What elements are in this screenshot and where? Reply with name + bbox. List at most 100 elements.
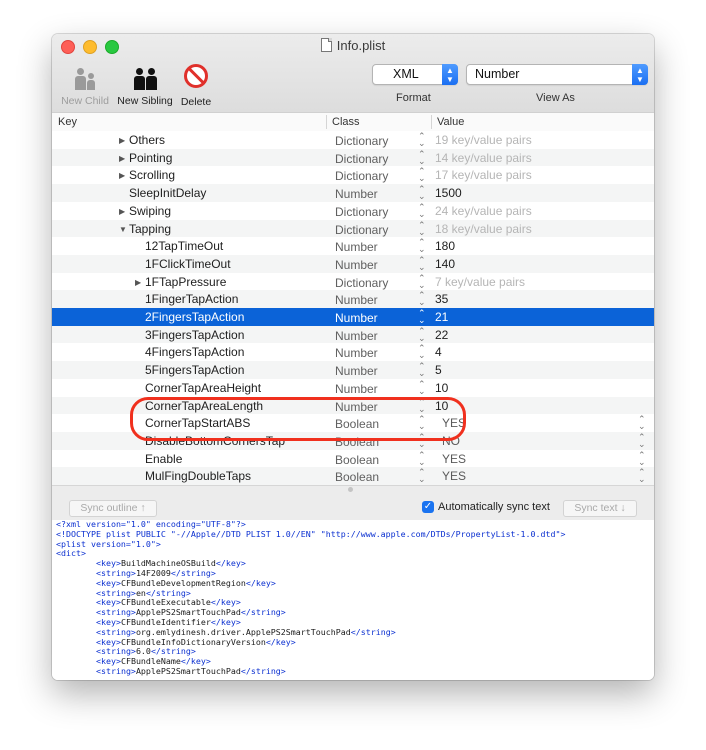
row-key[interactable]: ▼ Tapping [119, 222, 171, 236]
row-class[interactable]: Dictionary [335, 276, 388, 290]
row-class[interactable]: Dictionary [335, 223, 388, 237]
row-key[interactable]: 2FingersTapAction [145, 310, 244, 324]
disclosure-collapsed-icon[interactable]: ▶ [119, 154, 129, 163]
outline-row[interactable]: Enable Boolean ⌃ ⌄ YES ⌃ ⌄ [52, 450, 654, 468]
class-stepper-icon[interactable]: ⌃ ⌄ [418, 450, 426, 466]
outline-row[interactable]: 2FingersTapAction Number ⌃ ⌄ 21 [52, 308, 654, 326]
class-stepper-icon[interactable]: ⌃ ⌄ [418, 132, 426, 148]
outline-row[interactable]: 5FingersTapAction Number ⌃ ⌄ 5 [52, 361, 654, 379]
row-key[interactable]: 1FingerTapAction [145, 292, 238, 306]
row-key[interactable]: ▶ 1FTapPressure [135, 275, 226, 289]
row-key[interactable]: CornerTapStartABS [145, 416, 250, 430]
outline-row[interactable]: 1FingerTapAction Number ⌃ ⌄ 35 [52, 290, 654, 308]
row-class[interactable]: Boolean [335, 417, 379, 431]
class-stepper-icon[interactable]: ⌃ ⌄ [418, 202, 426, 218]
value-stepper-icon[interactable]: ⌃ ⌄ [638, 468, 646, 484]
value-column-header[interactable]: Value [437, 116, 464, 128]
row-key[interactable]: ▶ Swiping [119, 204, 171, 218]
row-value[interactable]: YES [442, 452, 466, 466]
row-value[interactable]: 18 key/value pairs [435, 222, 532, 236]
disclosure-collapsed-icon[interactable]: ▶ [119, 136, 129, 145]
outline-row[interactable]: CornerTapStartABS Boolean ⌃ ⌄ YES ⌃ ⌄ [52, 414, 654, 432]
outline-row[interactable]: MulFingDoubleTaps Boolean ⌃ ⌄ YES ⌃ ⌄ [52, 467, 654, 485]
row-value[interactable]: 19 key/value pairs [435, 133, 532, 147]
class-stepper-icon[interactable]: ⌃ ⌄ [418, 397, 426, 413]
class-stepper-icon[interactable]: ⌃ ⌄ [418, 255, 426, 271]
class-stepper-icon[interactable]: ⌃ ⌄ [418, 362, 426, 378]
class-stepper-icon[interactable]: ⌃ ⌄ [418, 273, 426, 289]
row-class[interactable]: Number [335, 400, 378, 414]
outline-row[interactable]: 12TapTimeOut Number ⌃ ⌄ 180 [52, 237, 654, 255]
class-stepper-icon[interactable]: ⌃ ⌄ [418, 149, 426, 165]
row-value[interactable]: 4 [435, 345, 442, 359]
row-value[interactable]: NO [442, 434, 460, 448]
row-key[interactable]: MulFingDoubleTaps [145, 469, 251, 483]
row-key[interactable]: Enable [145, 452, 182, 466]
row-key[interactable]: 12TapTimeOut [145, 239, 223, 253]
row-class[interactable]: Number [335, 187, 378, 201]
value-stepper-icon[interactable]: ⌃ ⌄ [638, 450, 646, 466]
row-value[interactable]: 5 [435, 363, 442, 377]
row-class[interactable]: Dictionary [335, 169, 388, 183]
row-class[interactable]: Number [335, 364, 378, 378]
disclosure-collapsed-icon[interactable]: ▶ [119, 171, 129, 180]
new-sibling-button[interactable]: New Sibling [115, 60, 175, 107]
row-class[interactable]: Number [335, 382, 378, 396]
row-value[interactable]: 180 [435, 239, 455, 253]
row-key[interactable]: SleepInitDelay [129, 186, 206, 200]
key-column-header[interactable]: Key [58, 116, 77, 128]
row-class[interactable]: Boolean [335, 435, 379, 449]
class-stepper-icon[interactable]: ⌃ ⌄ [418, 167, 426, 183]
class-stepper-icon[interactable]: ⌃ ⌄ [418, 415, 426, 431]
outline-row[interactable]: ▼ Tapping Dictionary ⌃ ⌄ 18 key/value pairs [52, 219, 654, 238]
row-class[interactable]: Dictionary [335, 205, 388, 219]
row-value[interactable]: 24 key/value pairs [435, 204, 532, 218]
class-stepper-icon[interactable]: ⌃ ⌄ [418, 220, 426, 236]
sync-outline-button[interactable]: Sync outline ↑ [69, 500, 157, 517]
row-class[interactable]: Dictionary [335, 152, 388, 166]
outline-row[interactable]: DisableBottomCornersTap Boolean ⌃ ⌄ NO ⌃ ⌄ [52, 431, 654, 450]
row-key[interactable]: DisableBottomCornersTap [145, 434, 285, 448]
class-stepper-icon[interactable]: ⌃ ⌄ [418, 344, 426, 360]
outline-row[interactable]: ▶ Pointing Dictionary ⌃ ⌄ 14 key/value pairs [52, 148, 654, 167]
disclosure-expanded-icon[interactable]: ▼ [119, 225, 129, 234]
row-class[interactable]: Dictionary [335, 134, 388, 148]
sync-text-button[interactable]: Sync text ↓ [563, 500, 637, 517]
class-stepper-icon[interactable]: ⌃ ⌄ [418, 468, 426, 484]
outline-row[interactable]: 1FClickTimeOut Number ⌃ ⌄ 140 [52, 254, 654, 273]
row-class[interactable]: Boolean [335, 470, 379, 484]
row-value[interactable]: 10 [435, 399, 448, 413]
row-value[interactable]: YES [442, 469, 466, 483]
outline-row[interactable]: CornerTapAreaLength Number ⌃ ⌄ 10 [52, 396, 654, 415]
row-key[interactable]: 5FingersTapAction [145, 363, 244, 377]
outline-row[interactable]: 4FingersTapAction Number ⌃ ⌄ 4 [52, 343, 654, 361]
row-value[interactable]: 1500 [435, 186, 462, 200]
value-stepper-icon[interactable]: ⌃ ⌄ [638, 432, 646, 448]
class-stepper-icon[interactable]: ⌃ ⌄ [418, 238, 426, 254]
row-key[interactable]: 4FingersTapAction [145, 345, 244, 359]
outline-row[interactable]: CornerTapAreaHeight Number ⌃ ⌄ 10 [52, 379, 654, 397]
disclosure-collapsed-icon[interactable]: ▶ [135, 278, 145, 287]
row-value[interactable]: 21 [435, 310, 448, 324]
row-value[interactable]: 10 [435, 381, 448, 395]
outline-row[interactable]: ▶ Others Dictionary ⌃ ⌄ 19 key/value pairs [52, 131, 654, 149]
row-class[interactable]: Number [335, 258, 378, 272]
row-key[interactable]: CornerTapAreaHeight [145, 381, 261, 395]
row-value[interactable]: YES [442, 416, 466, 430]
view-as-popup[interactable]: Number ▲ ▼ [466, 64, 648, 85]
row-class[interactable]: Boolean [335, 453, 379, 467]
row-value[interactable]: 7 key/value pairs [435, 275, 525, 289]
class-stepper-icon[interactable]: ⌃ ⌄ [418, 432, 426, 448]
row-class[interactable]: Number [335, 240, 378, 254]
class-stepper-icon[interactable]: ⌃ ⌄ [418, 379, 426, 395]
row-key[interactable]: ▶ Scrolling [119, 168, 175, 182]
class-stepper-icon[interactable]: ⌃ ⌄ [418, 185, 426, 201]
row-key[interactable]: 1FClickTimeOut [145, 257, 231, 271]
outline-row[interactable]: ▶ Swiping Dictionary ⌃ ⌄ 24 key/value pairs [52, 202, 654, 220]
row-class[interactable]: Number [335, 329, 378, 343]
xml-text-view[interactable]: <?xml version="1.0" encoding="UTF-8"?> <!… [52, 520, 654, 680]
row-class[interactable]: Number [335, 311, 378, 325]
row-value[interactable]: 22 [435, 328, 448, 342]
outline-row[interactable]: ▶ Scrolling Dictionary ⌃ ⌄ 17 key/value pairs [52, 166, 654, 184]
row-key[interactable]: 3FingersTapAction [145, 328, 244, 342]
